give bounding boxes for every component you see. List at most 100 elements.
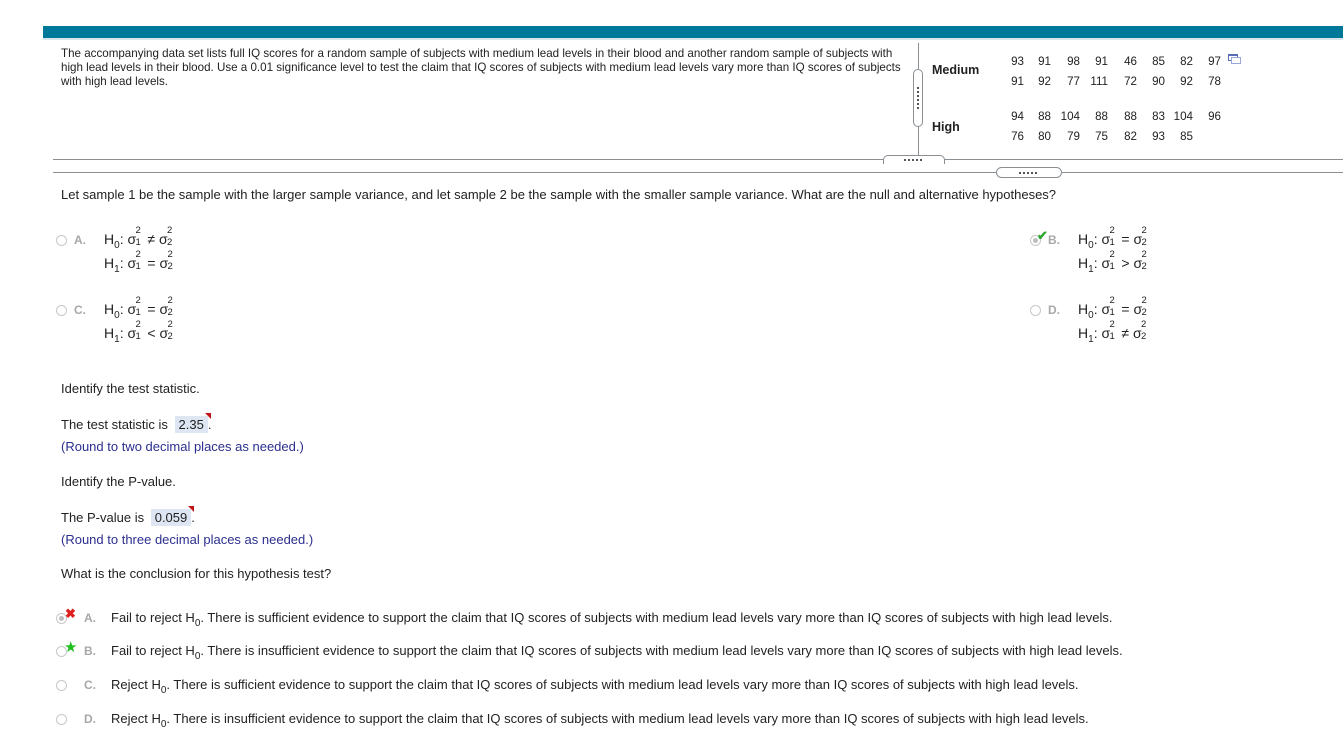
horizontal-splitter-line xyxy=(53,159,1343,160)
header-bar xyxy=(43,26,1343,38)
option-letter: B. xyxy=(1048,233,1060,247)
data-value: 72 xyxy=(1124,75,1137,88)
grip-dots-icon xyxy=(917,87,919,109)
p-value-line: The P-value is 0.059. xyxy=(61,506,195,526)
sigma-squared: σ22 xyxy=(159,249,173,272)
data-value: 85 xyxy=(1152,55,1165,68)
header-bar-shadow xyxy=(43,38,1343,40)
test-statistic-lead: The test statistic is xyxy=(61,417,168,432)
data-value: 77 xyxy=(1067,75,1080,88)
test-statistic-hint: (Round to two decimal places as needed.) xyxy=(61,439,304,454)
p-value-prompt: Identify the P-value. xyxy=(61,474,176,489)
p-value-hint: (Round to three decimal places as needed… xyxy=(61,532,314,547)
sigma-squared: σ21 xyxy=(127,225,141,248)
null-hypothesis: H0: σ21 ≠ σ22 xyxy=(104,225,175,251)
incorrect-flag-icon xyxy=(188,506,195,512)
option-letter: B. xyxy=(84,644,96,658)
sigma-squared: σ22 xyxy=(159,295,173,318)
option-letter: C. xyxy=(84,678,96,692)
data-value: 91 xyxy=(1011,75,1024,88)
p-value-answer[interactable]: 0.059 xyxy=(150,506,195,526)
test-statistic-prompt: Identify the test statistic. xyxy=(61,381,200,396)
grip-dots-icon xyxy=(904,159,924,161)
sigma-squared: σ21 xyxy=(1101,295,1115,318)
p-value-trail: . xyxy=(191,510,195,525)
data-value: 104 xyxy=(1173,110,1193,123)
popout-window-icon[interactable] xyxy=(1228,54,1241,64)
data-value: 75 xyxy=(1095,130,1108,143)
data-value: 97 xyxy=(1208,55,1221,68)
horizontal-splitter-handle-top[interactable] xyxy=(883,155,945,164)
alternative-hypothesis: H1: σ21 > σ22 xyxy=(1078,249,1149,275)
group-label-medium: Medium xyxy=(932,63,980,77)
test-statistic-trail: . xyxy=(207,417,212,432)
data-value: 92 xyxy=(1180,75,1193,88)
option-text: Fail to reject H0. There is sufficient e… xyxy=(111,610,1113,629)
data-value: 83 xyxy=(1152,110,1165,123)
data-value: 92 xyxy=(1038,75,1051,88)
data-value: 93 xyxy=(1011,55,1024,68)
option-text: Reject H0. There is sufficient evidence … xyxy=(111,677,1079,696)
test-statistic-line: The test statistic is 2.35. xyxy=(61,413,212,433)
option-letter: D. xyxy=(1048,303,1060,317)
test-statistic-answer[interactable]: 2.35 xyxy=(174,413,211,433)
radio-button[interactable] xyxy=(56,680,67,691)
correct-star-icon: ★ xyxy=(64,639,78,656)
data-value: 104 xyxy=(1060,110,1080,123)
data-value: 111 xyxy=(1090,75,1108,88)
radio-button[interactable] xyxy=(56,714,67,725)
horizontal-splitter-handle-bottom[interactable] xyxy=(996,167,1062,178)
data-value: 91 xyxy=(1038,55,1051,68)
radio-button[interactable] xyxy=(1030,305,1041,316)
alternative-hypothesis: H1: σ21 = σ22 xyxy=(104,249,175,275)
conclusion-prompt: What is the conclusion for this hypothes… xyxy=(61,566,332,581)
sigma-squared: σ21 xyxy=(1101,249,1115,272)
option-letter: A. xyxy=(84,611,96,625)
radio-button[interactable] xyxy=(56,235,67,246)
data-value: 78 xyxy=(1208,75,1221,88)
data-value: 90 xyxy=(1152,75,1165,88)
correct-check-icon: ✔ xyxy=(1037,228,1048,243)
option-letter: A. xyxy=(74,233,86,247)
sigma-squared: σ21 xyxy=(127,319,141,342)
alternative-hypothesis: H1: σ21 ≠ σ22 xyxy=(1078,319,1149,345)
sigma-squared: σ22 xyxy=(1132,319,1147,342)
sigma-squared: σ22 xyxy=(158,225,173,248)
option-text: Fail to reject H0. There is insufficient… xyxy=(111,643,1123,662)
data-value: 98 xyxy=(1067,55,1080,68)
data-value: 76 xyxy=(1011,130,1024,143)
test-statistic-value: 2.35 xyxy=(178,417,204,432)
option-letter: D. xyxy=(84,712,96,726)
sigma-squared: σ22 xyxy=(159,319,173,342)
data-value: 96 xyxy=(1208,110,1221,123)
data-value: 94 xyxy=(1011,110,1024,123)
data-value: 88 xyxy=(1095,110,1108,123)
data-value: 91 xyxy=(1095,55,1108,68)
sigma-squared: σ21 xyxy=(127,295,141,318)
p-value-value: 0.059 xyxy=(154,510,188,525)
data-value: 79 xyxy=(1067,130,1080,143)
incorrect-x-icon: ✖ xyxy=(65,606,76,621)
hypotheses-question: Let sample 1 be the sample with the larg… xyxy=(61,187,1057,202)
section-divider-line xyxy=(53,172,1343,173)
sigma-squared: σ22 xyxy=(1133,249,1147,272)
sigma-squared: σ22 xyxy=(1133,295,1147,318)
null-hypothesis: H0: σ21 = σ22 xyxy=(104,295,175,321)
vertical-splitter-handle[interactable] xyxy=(913,69,923,127)
data-value: 85 xyxy=(1180,130,1193,143)
option-text: Reject H0. There is insufficient evidenc… xyxy=(111,711,1089,730)
data-value: 80 xyxy=(1038,130,1051,143)
grip-dots-icon xyxy=(1019,171,1039,174)
radio-button[interactable] xyxy=(56,305,67,316)
group-label-high: High xyxy=(932,120,960,134)
data-value: 88 xyxy=(1038,110,1051,123)
p-value-lead: The P-value is xyxy=(61,510,145,525)
data-value: 93 xyxy=(1152,130,1165,143)
sigma-squared: σ21 xyxy=(1101,319,1115,342)
incorrect-flag-icon xyxy=(204,413,211,419)
data-value: 88 xyxy=(1124,110,1137,123)
data-value: 82 xyxy=(1124,130,1137,143)
data-value: 46 xyxy=(1124,55,1137,68)
sigma-squared: σ22 xyxy=(1133,225,1147,248)
sigma-squared: σ21 xyxy=(127,249,141,272)
